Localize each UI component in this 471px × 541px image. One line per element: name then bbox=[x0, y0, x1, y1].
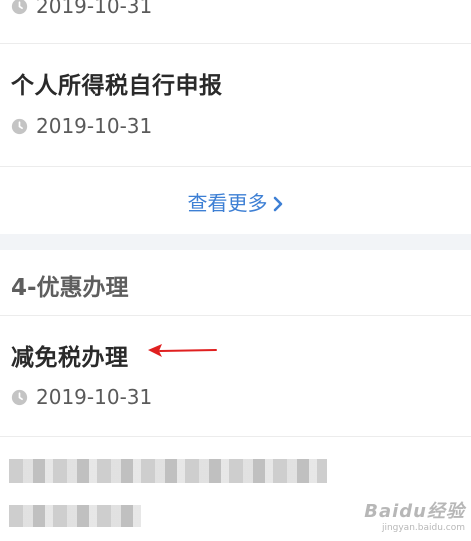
item-date-row: 2019-10-31 bbox=[11, 385, 152, 409]
red-arrow-annotation bbox=[148, 344, 217, 357]
item-divider bbox=[0, 43, 471, 44]
section-heading: 4-优惠办理 bbox=[11, 275, 129, 301]
watermark-url: jingyan.baidu.com bbox=[381, 523, 465, 533]
item-divider bbox=[0, 436, 471, 437]
item-date: 2019-10-31 bbox=[36, 114, 153, 138]
blurred-item-date bbox=[9, 505, 141, 527]
item-title[interactable]: 个人所得税自行申报 bbox=[11, 66, 223, 100]
item-date: 2019-10-31 bbox=[36, 0, 153, 18]
clock-icon bbox=[11, 0, 28, 14]
blurred-item-title bbox=[9, 459, 327, 483]
clock-icon bbox=[11, 118, 28, 134]
item-title-tax-reduction[interactable]: 减免税办理 bbox=[11, 338, 129, 372]
section-gap bbox=[0, 234, 471, 250]
clock-icon bbox=[11, 389, 28, 405]
item-date-row: 2019-10-31 bbox=[11, 0, 152, 18]
item-date: 2019-10-31 bbox=[36, 385, 153, 409]
section-divider bbox=[0, 315, 471, 316]
view-more-label: 查看更多 bbox=[187, 191, 268, 215]
item-date-row: 2019-10-31 bbox=[11, 114, 152, 138]
item-divider bbox=[0, 166, 471, 167]
view-more-link[interactable]: 查看更多 bbox=[0, 187, 471, 216]
chevron-right-icon bbox=[273, 196, 282, 212]
watermark-brand: Baidu经验 bbox=[364, 501, 465, 522]
baidu-watermark: Baidu经验 jingyan.baidu.com bbox=[364, 497, 465, 533]
